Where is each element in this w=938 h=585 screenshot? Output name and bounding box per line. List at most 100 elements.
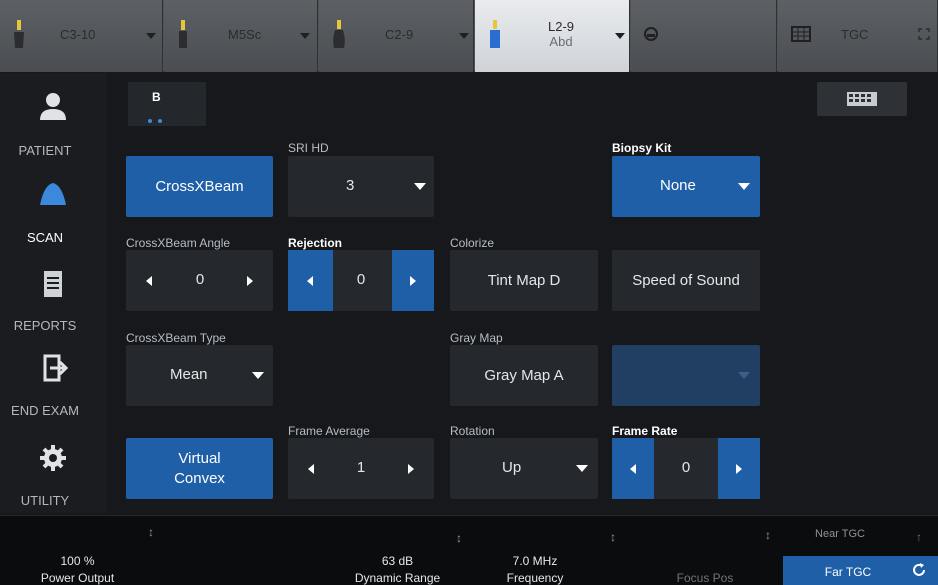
up-arrow-icon: ↑ xyxy=(916,530,922,544)
frame-rate-label: Frame Rate xyxy=(612,424,678,438)
frame-rate-increase-button[interactable] xyxy=(718,438,760,499)
scan-icon xyxy=(40,183,66,205)
nav-end-exam[interactable]: END EXAM xyxy=(0,335,107,421)
rejection-label: Rejection xyxy=(288,236,343,250)
expand-icon[interactable] xyxy=(918,28,930,40)
chevron-down-icon xyxy=(300,33,310,39)
increase-arrow-icon[interactable] xyxy=(247,276,253,286)
probe-bar: C3-10 M5Sc C2-9 L2-9 Abd TGC xyxy=(0,0,938,72)
probe-c3-10-button[interactable]: C3-10 xyxy=(0,0,163,72)
probe-name: C2-9 xyxy=(385,27,414,42)
end-exam-icon xyxy=(43,354,69,382)
rotation-label: Rotation xyxy=(450,424,495,438)
rejection-increase-button[interactable] xyxy=(392,250,434,311)
nav-reports[interactable]: REPORTS xyxy=(0,251,107,337)
tgc-button[interactable]: TGC xyxy=(778,0,938,72)
probe-icon xyxy=(333,20,345,48)
power-output-label: Power Output xyxy=(40,571,115,585)
probe-preset: Abd xyxy=(549,34,573,49)
nav-patient[interactable]: PATIENT xyxy=(0,73,107,159)
probe-icon xyxy=(14,20,24,48)
power-output-value: 100 % xyxy=(60,554,95,568)
biopsy-kit-label: Biopsy Kit xyxy=(612,141,672,155)
focus-pos-control[interactable]: Focus Pos xyxy=(640,520,770,585)
crossxbeam-button[interactable]: CrossXBeam xyxy=(126,156,273,217)
crossxbeam-angle-value: 0 xyxy=(195,271,205,288)
gear-icon xyxy=(40,445,66,471)
probe-l2-9-button[interactable]: L2-9 Abd xyxy=(475,0,630,72)
speed-of-sound-button[interactable]: Speed of Sound xyxy=(612,250,760,311)
sri-hd-dropdown[interactable]: 3 xyxy=(288,156,434,217)
nav-utility[interactable]: UTILITY xyxy=(0,425,107,511)
crossxbeam-type-dropdown[interactable]: Mean xyxy=(126,345,273,406)
near-tgc-label[interactable]: Near TGC xyxy=(785,528,895,540)
probe-name: M5Sc xyxy=(228,27,262,42)
virtual-convex-line2: Convex xyxy=(174,469,225,487)
nav-label: UTILITY xyxy=(20,493,70,508)
reports-icon xyxy=(44,271,62,297)
dynamic-range-control[interactable]: 63 dB Dynamic Range xyxy=(320,520,460,585)
frequency-slider-marker: ↕ xyxy=(610,530,616,544)
frame-average-stepper: 1 xyxy=(288,438,434,499)
sri-hd-label: SRI HD xyxy=(288,141,329,155)
tab-label: B xyxy=(152,90,161,104)
nav-scan[interactable]: SCAN xyxy=(0,161,107,247)
chevron-down-icon xyxy=(459,33,469,39)
rejection-decrease-button[interactable] xyxy=(288,250,333,311)
decrease-arrow-icon xyxy=(630,464,636,474)
increase-arrow-icon xyxy=(736,464,742,474)
tab-b-mode[interactable]: B xyxy=(128,82,206,126)
biopsy-kit-dropdown[interactable]: None xyxy=(612,156,760,217)
crossxbeam-angle-stepper: 0 xyxy=(126,250,273,311)
keyboard-button[interactable] xyxy=(817,82,907,116)
decrease-arrow-icon[interactable] xyxy=(308,464,314,474)
chevron-down-icon xyxy=(738,183,750,190)
chevron-down-icon xyxy=(146,33,156,39)
dynamic-range-slider-marker: ↕ xyxy=(456,531,462,545)
frame-average-value: 1 xyxy=(356,459,366,476)
chevron-down-icon xyxy=(576,465,588,472)
far-tgc-label: Far TGC xyxy=(824,565,872,579)
probe-icon xyxy=(490,20,500,48)
decrease-arrow-icon[interactable] xyxy=(146,276,152,286)
probe-empty-slot[interactable] xyxy=(631,0,777,72)
virtual-convex-button[interactable]: Virtual Convex xyxy=(126,438,273,499)
frequency-value: 7.0 MHz xyxy=(512,554,558,568)
probe-socket-icon xyxy=(644,27,658,41)
nav-label: END EXAM xyxy=(11,403,79,418)
patient-icon xyxy=(40,93,66,120)
dynamic-range-value: 63 dB xyxy=(381,554,414,568)
probe-m5sc-button[interactable]: M5Sc xyxy=(164,0,318,72)
biopsy-kit-value: None xyxy=(660,177,696,194)
rotation-dropdown[interactable]: Up xyxy=(450,438,598,499)
frame-rate-decrease-button[interactable] xyxy=(612,438,654,499)
increase-arrow-icon[interactable] xyxy=(408,464,414,474)
gray-map-button[interactable]: Gray Map A xyxy=(450,345,598,406)
crossxbeam-type-label: CrossXBeam Type xyxy=(126,331,226,345)
gray-map-label: Gray Map xyxy=(450,331,503,345)
chevron-down-icon xyxy=(615,33,625,39)
frequency-control[interactable]: 7.0 MHz Frequency xyxy=(470,520,610,585)
dynamic-range-label: Dynamic Range xyxy=(354,571,441,585)
rotation-value: Up xyxy=(502,459,522,476)
left-nav: PATIENT SCAN REPORTS END EXAM UTILITY xyxy=(0,73,107,513)
frame-average-label: Frame Average xyxy=(288,424,370,438)
virtual-convex-line1: Virtual xyxy=(178,449,221,467)
far-tgc-button[interactable]: Far TGC xyxy=(783,556,938,585)
keyboard-icon xyxy=(847,92,877,106)
reset-icon[interactable] xyxy=(911,562,927,578)
frame-rate-stepper: 0 xyxy=(612,438,760,499)
colorize-button[interactable]: Tint Map D xyxy=(450,250,598,311)
focus-pos-slider-marker: ↕ xyxy=(765,528,771,542)
sri-hd-value: 3 xyxy=(346,177,355,194)
power-output-control[interactable]: 100 % Power Output xyxy=(0,520,150,585)
grid-icon xyxy=(791,26,811,42)
probe-c2-9-button[interactable]: C2-9 xyxy=(319,0,474,72)
disabled-dropdown xyxy=(612,345,760,406)
decrease-arrow-icon xyxy=(307,276,313,286)
probe-name: C3-10 xyxy=(60,27,96,42)
chevron-down-icon xyxy=(738,372,750,379)
rejection-value: 0 xyxy=(356,271,366,288)
power-output-slider-marker: ↕ xyxy=(148,525,154,539)
crossxbeam-angle-label: CrossXBeam Angle xyxy=(126,236,231,250)
